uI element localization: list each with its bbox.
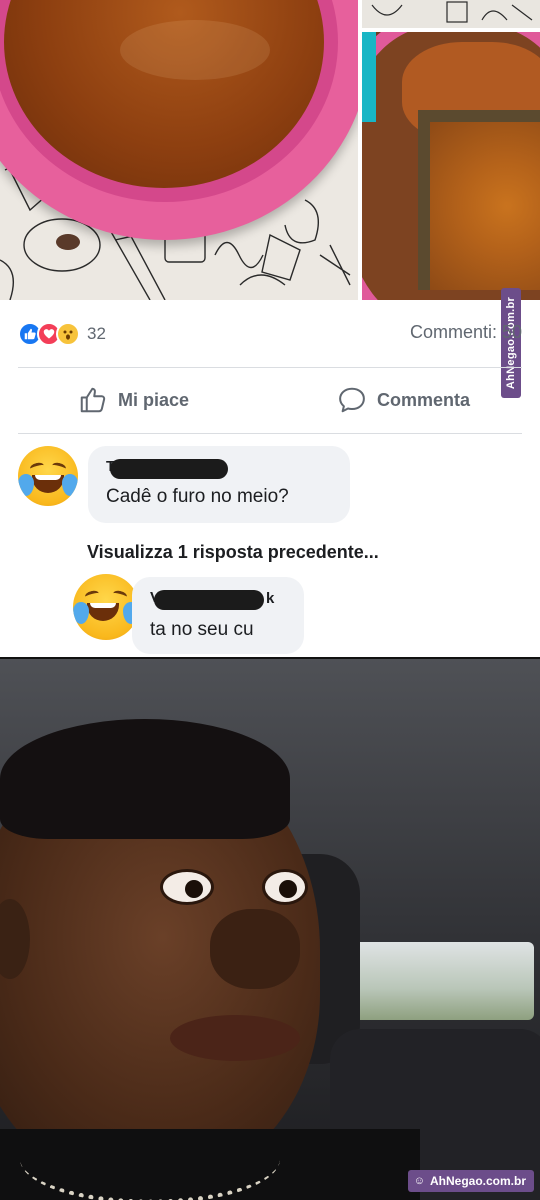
inner-tray (418, 110, 540, 290)
bottom-watermark-text: AhNegao.com.br (429, 1174, 526, 1188)
redacted-author-name (110, 459, 228, 479)
side-watermark: AhNegao.com.br (501, 288, 521, 398)
emoji-mouth (87, 603, 119, 621)
view-previous-replies-link[interactable]: Visualizza 1 risposta precedente... (87, 542, 379, 563)
side-watermark-text: AhNegao.com.br (505, 296, 517, 390)
post-photo-tray[interactable] (362, 32, 540, 300)
comments-count[interactable]: Commenti: 50 (410, 322, 522, 343)
post-photo-flan[interactable] (0, 0, 358, 300)
emoji-eye (29, 461, 45, 473)
redacted-author-name (154, 590, 264, 610)
comment-bubble[interactable]: T Cadê o furo no meio? (88, 446, 350, 523)
logo-icon: ☺ (413, 1175, 425, 1187)
nose (210, 909, 300, 989)
comment-button[interactable]: Commenta (337, 383, 470, 417)
wide-eye (160, 869, 214, 905)
hair (0, 719, 290, 839)
tear-icon (18, 474, 34, 496)
commenter-avatar[interactable] (18, 446, 78, 506)
reaction-count: 32 (87, 324, 106, 343)
lips (170, 1015, 300, 1061)
flan-gloss (120, 20, 270, 80)
like-label: Mi piace (118, 389, 190, 410)
emoji-eye (84, 589, 100, 601)
divider (18, 433, 522, 434)
bottom-watermark: ☺ AhNegao.com.br (407, 1170, 534, 1192)
reply-bubble[interactable]: V k ta no seu cu (132, 577, 304, 654)
emoji-eye (112, 589, 128, 601)
comment-text: Cadê o furo no meio? (106, 486, 289, 507)
tear-icon (62, 474, 78, 496)
cyan-edge (362, 32, 376, 122)
tear-icon (73, 602, 89, 624)
reactions-summary[interactable]: 32 (18, 320, 106, 348)
reply-text: ta no seu cu (150, 619, 254, 640)
like-button[interactable]: Mi piace (78, 383, 189, 417)
wow-reaction-icon (56, 322, 80, 346)
doodle-strip (371, 1, 533, 23)
comment-label: Commenta (377, 389, 471, 410)
post-photo-strip[interactable] (362, 0, 540, 28)
author-name-visible-end[interactable]: k (266, 590, 274, 607)
reply-avatar[interactable] (73, 574, 139, 640)
wide-eye (262, 869, 308, 905)
reaction-photo: ☺ AhNegao.com.br (0, 659, 540, 1200)
divider (18, 367, 522, 368)
necklace (20, 1114, 280, 1200)
emoji-mouth (32, 475, 64, 493)
car-window (352, 942, 534, 1020)
emoji-eye (51, 461, 67, 473)
speech-bubble-icon (339, 387, 365, 413)
thumbs-up-icon (80, 387, 106, 413)
